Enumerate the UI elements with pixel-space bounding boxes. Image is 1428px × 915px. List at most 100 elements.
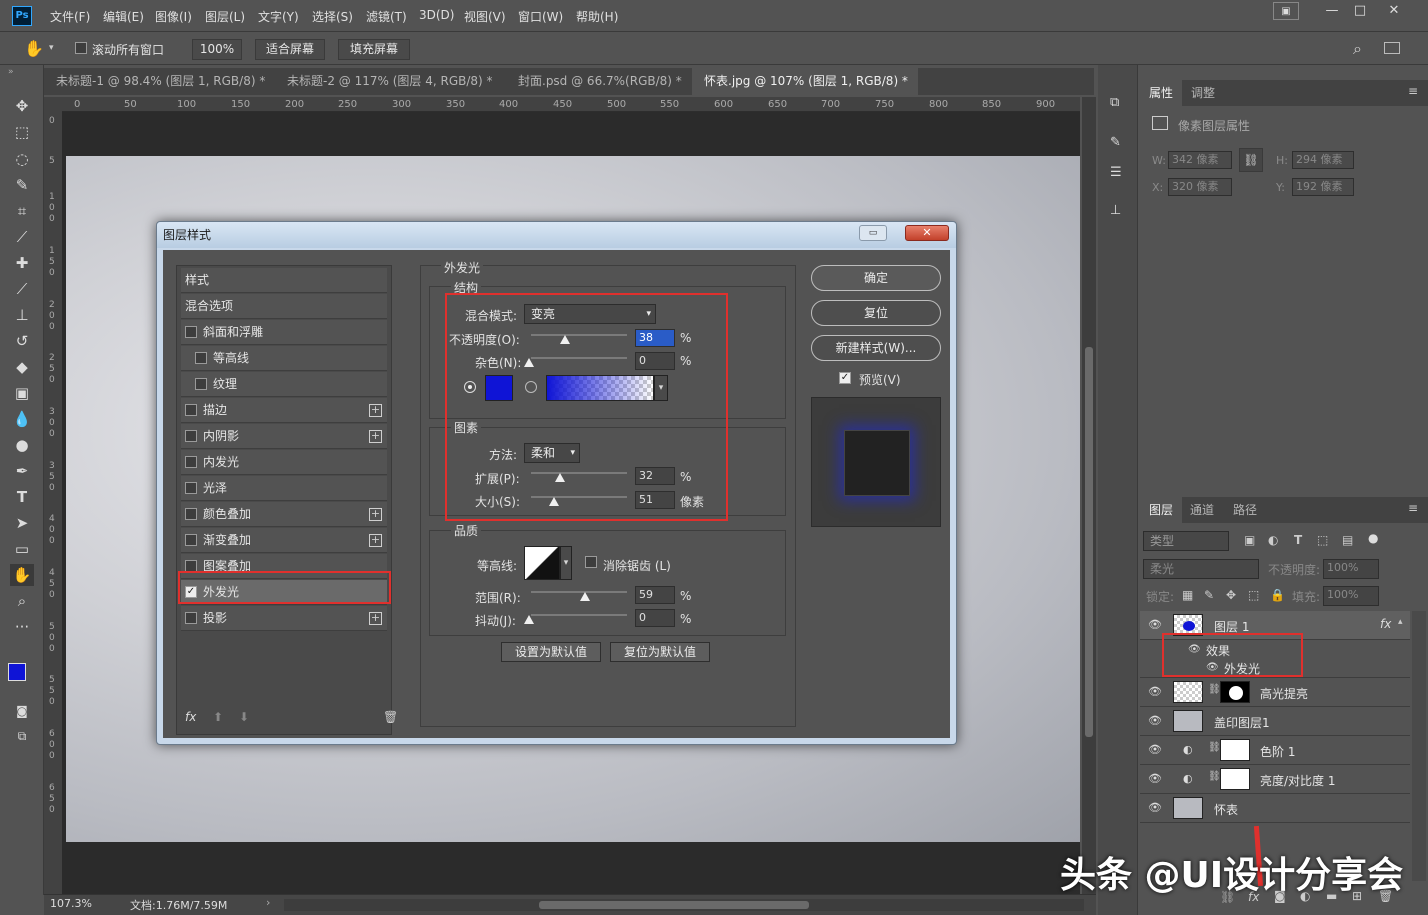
path-select-icon[interactable]: ➤	[10, 512, 34, 534]
crop-tool-icon[interactable]: ⌗	[10, 200, 34, 222]
x-field[interactable]: 320 像素	[1168, 178, 1232, 196]
fill-screen-button[interactable]: 填充屏幕	[338, 39, 410, 60]
add-stroke-icon[interactable]: +	[369, 404, 382, 417]
panel-menu-icon[interactable]: ≡	[1408, 84, 1418, 98]
gradient-overlay-item[interactable]: 渐变叠加 +	[181, 528, 387, 553]
foreground-color-swatch[interactable]	[8, 663, 26, 681]
scroll-all-checkbox[interactable]	[75, 42, 87, 54]
tab-watch-jpg[interactable]: 怀表.jpg @ 107% (图层 1, RGB/8) *	[692, 68, 918, 95]
visibility-eye-icon[interactable]: 👁	[1148, 619, 1162, 631]
layer-name[interactable]: 盖印图层1	[1214, 714, 1270, 731]
menu-layer[interactable]: 图层(L)	[205, 8, 245, 25]
y-field[interactable]: 192 像素	[1292, 178, 1354, 196]
brush-tool-icon[interactable]: ⟋	[10, 278, 34, 300]
color-overlay-checkbox[interactable]	[185, 508, 197, 520]
trash-icon[interactable]: 🗑	[383, 710, 398, 724]
quick-mask-icon[interactable]: ◙	[10, 700, 34, 722]
vertical-scrollbar[interactable]	[1082, 97, 1096, 894]
drop-shadow-checkbox[interactable]	[185, 612, 197, 624]
ok-button[interactable]: 确定	[811, 265, 941, 291]
tab-cover-psd[interactable]: 封面.psd @ 66.7%(RGB/8) *	[506, 68, 691, 95]
history-icon[interactable]: ⧉	[1110, 95, 1119, 110]
add-color-overlay-icon[interactable]: +	[369, 508, 382, 521]
texture-checkbox[interactable]	[195, 378, 207, 390]
brush-settings-icon[interactable]: ✎	[1110, 135, 1121, 150]
menu-image[interactable]: 图像(I)	[155, 8, 192, 25]
tab-channels[interactable]: 通道	[1181, 497, 1223, 523]
menu-view[interactable]: 视图(V)	[464, 8, 506, 25]
bevel-checkbox[interactable]	[185, 326, 197, 338]
zoom-100-button[interactable]: 100%	[192, 39, 242, 60]
mask-link-icon[interactable]: ⛓	[1208, 771, 1221, 782]
lock-paint-icon[interactable]: ✎	[1204, 588, 1214, 602]
menu-help[interactable]: 帮助(H)	[576, 8, 618, 25]
status-menu-icon[interactable]: ›	[266, 896, 270, 909]
layers-scrollbar[interactable]	[1412, 611, 1426, 881]
range-slider[interactable]	[531, 591, 627, 593]
stamp-tool-icon[interactable]: ⊥	[10, 304, 34, 326]
menu-3d[interactable]: 3D(D)	[419, 8, 454, 22]
add-gradient-overlay-icon[interactable]: +	[369, 534, 382, 547]
move-up-icon[interactable]: ⬆	[213, 710, 223, 724]
set-default-button[interactable]: 设置为默认值	[501, 642, 601, 662]
marquee-tool-icon[interactable]: ⬚	[10, 121, 34, 143]
visibility-eye-icon[interactable]: 👁	[1148, 715, 1162, 727]
layer-name[interactable]: 高光提亮	[1260, 685, 1308, 702]
inner-shadow-checkbox[interactable]	[185, 430, 197, 442]
lock-move-icon[interactable]: ✥	[1226, 588, 1236, 602]
clone-source-icon[interactable]: ⊥	[1110, 203, 1121, 218]
link-icon[interactable]: ⛓	[1239, 148, 1263, 172]
scrollbar-thumb[interactable]	[1085, 347, 1093, 737]
shape-tool-icon[interactable]: ▭	[10, 538, 34, 560]
gradient-overlay-checkbox[interactable]	[185, 534, 197, 546]
collapse-icon[interactable]: »	[8, 67, 14, 77]
search-icon[interactable]: ⌕	[1353, 39, 1362, 59]
menu-file[interactable]: 文件(F)	[50, 8, 90, 25]
tab-paths[interactable]: 路径	[1224, 497, 1266, 523]
layer-name[interactable]: 怀表	[1214, 801, 1238, 818]
jitter-slider-thumb[interactable]	[524, 615, 534, 624]
visibility-eye-icon[interactable]: 👁	[1148, 773, 1162, 785]
maximize-icon[interactable]: □	[1346, 2, 1374, 20]
menu-type[interactable]: 文字(Y)	[258, 8, 299, 25]
inner-glow-item[interactable]: 内发光	[181, 450, 387, 475]
menu-window[interactable]: 窗口(W)	[518, 8, 563, 25]
layer-blend-select[interactable]: 柔光	[1143, 559, 1259, 579]
lock-transparent-icon[interactable]: ▦	[1182, 588, 1193, 602]
hand-tool-icon[interactable]: ✋	[24, 39, 44, 58]
reset-button[interactable]: 复位	[811, 300, 941, 326]
menu-select[interactable]: 选择(S)	[312, 8, 353, 25]
horizontal-scrollbar[interactable]	[284, 899, 1084, 911]
layer-name[interactable]: 亮度/对比度 1	[1260, 772, 1336, 789]
jitter-field[interactable]: 0	[635, 609, 675, 627]
layer-row-levels[interactable]: 👁 ◐ ⛓ 色阶 1	[1140, 736, 1410, 765]
satin-item[interactable]: 光泽	[181, 476, 387, 501]
move-down-icon[interactable]: ⬇	[239, 710, 249, 724]
type-tool-icon[interactable]: T	[10, 486, 34, 508]
stroke-item[interactable]: 描边 +	[181, 398, 387, 423]
layer-opacity-field[interactable]: 100%	[1323, 559, 1379, 579]
tab-untitled-1[interactable]: 未标题-1 @ 98.4% (图层 1, RGB/8) *	[44, 68, 274, 95]
contour-item[interactable]: 等高线	[181, 346, 387, 371]
hand-tool-icon[interactable]: ✋	[10, 564, 34, 586]
lasso-tool-icon[interactable]: ◌	[10, 148, 34, 170]
color-overlay-item[interactable]: 颜色叠加 +	[181, 502, 387, 527]
chevron-down-icon[interactable]: ▾	[49, 43, 54, 53]
eraser-tool-icon[interactable]: ◆	[10, 356, 34, 378]
width-field[interactable]: 342 像素	[1168, 151, 1232, 169]
layer-mask-thumbnail[interactable]	[1220, 681, 1250, 703]
filter-pixel-icon[interactable]: ▣	[1244, 533, 1255, 547]
lock-all-icon[interactable]: 🔒	[1270, 588, 1285, 602]
fill-field[interactable]: 100%	[1323, 586, 1379, 606]
visibility-eye-icon[interactable]: 👁	[1148, 686, 1162, 698]
mask-link-icon[interactable]: ⛓	[1208, 742, 1221, 753]
layer-mask-thumbnail[interactable]	[1220, 768, 1250, 790]
bevel-emboss-item[interactable]: 斜面和浮雕	[181, 320, 387, 345]
range-slider-thumb[interactable]	[580, 592, 590, 601]
visibility-eye-icon[interactable]: 👁	[1148, 802, 1162, 814]
drop-shadow-item[interactable]: 投影 +	[181, 606, 387, 631]
layer-filter-select[interactable]: 类型	[1143, 531, 1229, 551]
tab-untitled-2[interactable]: 未标题-2 @ 117% (图层 4, RGB/8) *	[275, 68, 505, 95]
visibility-eye-icon[interactable]: 👁	[1148, 744, 1162, 756]
filter-smart-icon[interactable]: ▤	[1342, 533, 1353, 547]
